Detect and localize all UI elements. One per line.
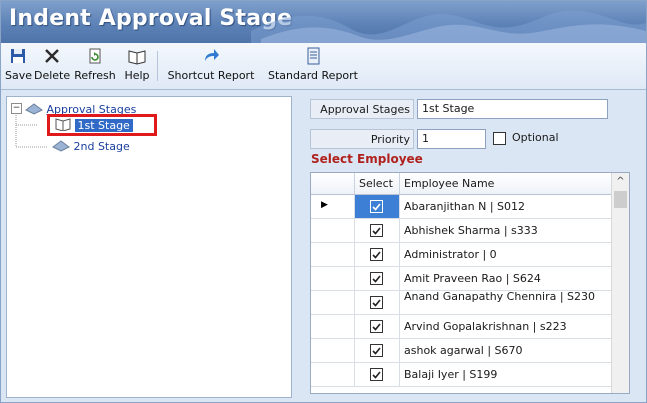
shortcut-report-button[interactable]: Shortcut Report bbox=[163, 47, 259, 85]
tree-item-label: 2nd Stage bbox=[73, 140, 130, 153]
checkmark-icon bbox=[372, 323, 381, 331]
tree-item-2nd-stage[interactable]: 2nd Stage bbox=[52, 138, 130, 154]
title-banner: Indent Approval Stage bbox=[1, 1, 646, 43]
refresh-button[interactable]: Refresh bbox=[74, 47, 116, 85]
table-row[interactable]: Arvind Gopalakrishnan | s223 bbox=[311, 315, 611, 339]
shortcut-report-icon bbox=[205, 49, 219, 61]
tree-node-icon bbox=[25, 103, 43, 115]
select-cell bbox=[355, 291, 400, 314]
employee-grid: Select Employee Name ▶ Abaranjithan N | S… bbox=[310, 172, 630, 394]
select-cell bbox=[355, 339, 400, 362]
checkmark-icon bbox=[372, 371, 381, 379]
priority-label: Priority bbox=[310, 129, 414, 149]
table-row[interactable]: Amit Praveen Rao | S624 bbox=[311, 267, 611, 291]
optional-checkbox[interactable] bbox=[493, 132, 506, 145]
grid-header: Select Employee Name bbox=[311, 173, 629, 195]
select-cell bbox=[355, 267, 400, 290]
highlight-box bbox=[47, 114, 157, 136]
checkmark-icon bbox=[372, 203, 381, 211]
approval-stages-input[interactable]: 1st Stage bbox=[417, 99, 608, 119]
save-label: Save bbox=[5, 69, 33, 82]
checkmark-icon bbox=[372, 299, 381, 307]
row-header-corner bbox=[311, 173, 355, 194]
employee-select-checkbox[interactable] bbox=[370, 200, 383, 213]
scroll-thumb[interactable] bbox=[614, 191, 627, 208]
row-header[interactable] bbox=[311, 219, 355, 242]
help-button[interactable]: Help bbox=[122, 47, 152, 85]
tree-collapse-toggle[interactable]: − bbox=[11, 103, 22, 114]
employee-name-cell: Administrator | 0 bbox=[404, 248, 497, 261]
row-header[interactable]: ▶ bbox=[311, 195, 355, 218]
table-row[interactable]: Administrator | 0 bbox=[311, 243, 611, 267]
toolbar-separator bbox=[157, 51, 158, 81]
optional-label: Optional bbox=[512, 131, 559, 144]
row-header[interactable] bbox=[311, 291, 355, 314]
grid-scrollbar[interactable]: ^ bbox=[611, 173, 629, 393]
employee-name-cell: Anand Ganapathy Chennira | S230 bbox=[404, 291, 596, 303]
approval-stages-tree: − Approval Stages 1st Stage 2nd Stage bbox=[6, 96, 292, 398]
scroll-up-icon[interactable]: ^ bbox=[612, 173, 629, 190]
column-header-employee-name[interactable]: Employee Name bbox=[400, 173, 611, 194]
employee-select-checkbox[interactable] bbox=[370, 320, 383, 333]
approval-stages-label: Approval Stages bbox=[310, 99, 414, 119]
help-label: Help bbox=[124, 69, 150, 82]
delete-label: Delete bbox=[34, 69, 71, 82]
standard-report-label: Standard Report bbox=[267, 69, 358, 82]
shortcut-report-label: Shortcut Report bbox=[167, 69, 255, 82]
employee-name-cell: Amit Praveen Rao | S624 bbox=[404, 272, 541, 285]
employee-name-cell: Abhishek Sharma | s333 bbox=[404, 224, 538, 237]
row-header[interactable] bbox=[311, 243, 355, 266]
table-row[interactable]: ashok agarwal | S670 bbox=[311, 339, 611, 363]
column-header-select[interactable]: Select bbox=[355, 173, 400, 194]
stage-detail-panel: Approval Stages 1st Stage Priority 1 Opt… bbox=[298, 94, 643, 399]
select-employee-heading: Select Employee bbox=[311, 152, 423, 166]
standard-report-button[interactable]: Standard Report bbox=[265, 47, 361, 85]
select-cell bbox=[355, 243, 400, 266]
employee-select-checkbox[interactable] bbox=[370, 296, 383, 309]
table-row[interactable]: Abhishek Sharma | s333 bbox=[311, 219, 611, 243]
employee-select-checkbox[interactable] bbox=[370, 272, 383, 285]
refresh-icon bbox=[89, 48, 101, 64]
select-cell bbox=[355, 315, 400, 338]
row-header[interactable] bbox=[311, 315, 355, 338]
employee-select-checkbox[interactable] bbox=[370, 224, 383, 237]
select-cell bbox=[355, 195, 400, 218]
priority-input[interactable]: 1 bbox=[417, 129, 486, 149]
select-cell bbox=[355, 219, 400, 242]
delete-icon bbox=[45, 49, 59, 63]
employee-name-cell: Balaji Iyer | S199 bbox=[404, 368, 498, 381]
delete-button[interactable]: Delete bbox=[34, 47, 70, 85]
employee-select-checkbox[interactable] bbox=[370, 248, 383, 261]
row-header[interactable] bbox=[311, 267, 355, 290]
save-icon bbox=[11, 49, 25, 63]
table-row[interactable]: Anand Ganapathy Chennira | S230 bbox=[311, 291, 611, 315]
save-button[interactable]: Save bbox=[5, 47, 33, 85]
standard-report-icon bbox=[307, 47, 320, 65]
help-icon bbox=[128, 50, 146, 65]
toolbar: Save Delete Refresh Help Shortcut Report… bbox=[1, 43, 646, 90]
employee-name-cell: Abaranjithan N | S012 bbox=[404, 200, 525, 213]
table-row[interactable]: Balaji Iyer | S199 bbox=[311, 363, 611, 387]
employee-select-checkbox[interactable] bbox=[370, 368, 383, 381]
indent-approval-stage-window: Indent Approval Stage Save Delete Refres… bbox=[0, 0, 647, 403]
tree-node-icon bbox=[52, 140, 70, 152]
banner-decoration bbox=[251, 10, 646, 43]
select-cell bbox=[355, 363, 400, 386]
row-header[interactable] bbox=[311, 339, 355, 362]
row-pointer-icon: ▶ bbox=[321, 200, 328, 210]
row-header[interactable] bbox=[311, 363, 355, 386]
employee-name-cell: ashok agarwal | S670 bbox=[404, 344, 523, 357]
refresh-label: Refresh bbox=[74, 69, 116, 82]
checkmark-icon bbox=[372, 347, 381, 355]
table-row[interactable]: ▶ Abaranjithan N | S012 bbox=[311, 195, 611, 219]
employee-name-cell: Arvind Gopalakrishnan | s223 bbox=[404, 320, 567, 333]
employee-select-checkbox[interactable] bbox=[370, 344, 383, 357]
checkmark-icon bbox=[372, 227, 381, 235]
window-title: Indent Approval Stage bbox=[9, 6, 293, 31]
checkmark-icon bbox=[372, 275, 381, 283]
checkmark-icon bbox=[372, 251, 381, 259]
